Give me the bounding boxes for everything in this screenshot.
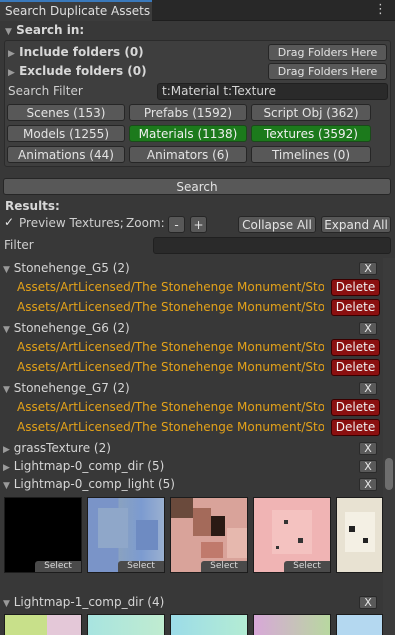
zoom-label: Zoom: — [126, 216, 165, 230]
result-group[interactable]: ▶ Lightmap-0_comp_dir (5) — [3, 459, 164, 473]
texture-thumbnail[interactable]: Select — [170, 497, 248, 573]
remove-group-button[interactable]: X — [359, 262, 377, 275]
texture-thumbnail[interactable]: Select — [4, 497, 82, 573]
include-folders-foldout[interactable]: ▶ Include folders (0) — [8, 45, 144, 59]
type-toggle-animations[interactable]: Animations (44) — [7, 146, 125, 163]
include-drag-area[interactable]: Drag Folders Here — [268, 44, 387, 61]
asset-path-link[interactable]: Assets/ArtLicensed/The Stonehenge Monume… — [17, 359, 324, 375]
asset-path-link[interactable]: Assets/ArtLicensed/The Stonehenge Monume… — [17, 299, 324, 315]
delete-asset-button[interactable]: Delete — [331, 359, 380, 376]
select-button[interactable]: Select — [201, 561, 247, 572]
result-group[interactable]: ▼ Lightmap-0_comp_light (5) — [3, 477, 175, 491]
type-toggle-prefabs[interactable]: Prefabs (1592) — [129, 104, 247, 121]
result-group[interactable]: ▼ Lightmap-1_comp_dir (4) — [3, 595, 164, 609]
texture-thumbnail[interactable] — [4, 614, 82, 635]
result-group[interactable]: ▼ Stonehenge_G7 (2) — [3, 381, 130, 395]
result-group[interactable]: ▼ Stonehenge_G5 (2) — [3, 261, 130, 275]
select-button[interactable]: Select — [118, 561, 164, 572]
remove-group-button[interactable]: X — [359, 460, 377, 473]
texture-thumbnail[interactable] — [336, 614, 383, 635]
foldout-expanded-icon: ▼ — [3, 325, 10, 335]
delete-asset-button[interactable]: Delete — [331, 399, 380, 416]
search-in-header[interactable]: ▼ Search in: — [5, 23, 84, 37]
foldout-collapsed-icon: ▶ — [3, 463, 10, 473]
foldout-expanded-icon: ▼ — [3, 599, 10, 609]
type-toggle-timelines[interactable]: Timelines (0) — [251, 146, 371, 163]
result-group[interactable]: ▼ Stonehenge_G6 (2) — [3, 321, 130, 335]
remove-group-button[interactable]: X — [359, 322, 377, 335]
exclude-folders-foldout[interactable]: ▶ Exclude folders (0) — [8, 64, 147, 78]
results-filter-label: Filter — [4, 238, 34, 252]
search-button[interactable]: Search — [3, 178, 391, 195]
foldout-collapsed-icon: ▶ — [8, 68, 15, 78]
texture-thumbnail[interactable] — [170, 614, 248, 635]
results-filter-input[interactable] — [153, 237, 391, 254]
select-button[interactable]: Select — [284, 561, 330, 572]
type-toggle-textures[interactable]: Textures (3592) — [251, 125, 371, 142]
results-header: Results: — [5, 199, 60, 213]
result-group[interactable]: ▶ grassTexture (2) — [3, 441, 111, 455]
asset-path-link[interactable]: Assets/ArtLicensed/The Stonehenge Monume… — [17, 339, 324, 355]
foldout-collapsed-icon: ▶ — [3, 445, 10, 455]
type-toggle-animators[interactable]: Animators (6) — [129, 146, 247, 163]
foldout-expanded-icon: ▼ — [3, 265, 10, 275]
window-title-bar: Search Duplicate Assets ⋮ — [0, 0, 395, 21]
select-button[interactable]: Select — [35, 561, 81, 572]
foldout-collapsed-icon: ▶ — [8, 49, 15, 59]
type-toggle-materials[interactable]: Materials (1138) — [129, 125, 247, 142]
remove-group-button[interactable]: X — [359, 478, 377, 491]
delete-asset-button[interactable]: Delete — [331, 279, 380, 296]
preview-textures-checkbox[interactable]: ✓ — [4, 216, 16, 228]
zoom-out-button[interactable]: - — [168, 216, 185, 233]
texture-thumbnail[interactable]: Select — [253, 497, 331, 573]
delete-asset-button[interactable]: Delete — [331, 419, 380, 436]
delete-asset-button[interactable]: Delete — [331, 299, 380, 316]
results-scrollbar[interactable] — [383, 258, 395, 635]
window-tab[interactable]: Search Duplicate Assets — [0, 0, 152, 21]
texture-thumbnail[interactable]: Select — [87, 497, 165, 573]
zoom-in-button[interactable]: + — [190, 216, 207, 233]
preview-textures-label: Preview Textures; — [19, 216, 124, 230]
type-toggle-scenes[interactable]: Scenes (153) — [7, 104, 125, 121]
foldout-expanded-icon: ▼ — [5, 27, 12, 37]
delete-asset-button[interactable]: Delete — [331, 339, 380, 356]
foldout-expanded-icon: ▼ — [3, 385, 10, 395]
collapse-all-button[interactable]: Collapse All — [238, 216, 316, 233]
remove-group-button[interactable]: X — [359, 596, 377, 609]
texture-thumbnail[interactable] — [87, 614, 165, 635]
results-list[interactable]: ▼ Stonehenge_G5 (2) X Assets/ArtLicensed… — [0, 258, 383, 635]
remove-group-button[interactable]: X — [359, 382, 377, 395]
asset-path-link[interactable]: Assets/ArtLicensed/The Stonehenge Monume… — [17, 419, 324, 435]
asset-path-link[interactable]: Assets/ArtLicensed/The Stonehenge Monume… — [17, 279, 324, 295]
texture-thumbnail[interactable] — [253, 614, 331, 635]
foldout-expanded-icon: ▼ — [3, 481, 10, 491]
exclude-drag-area[interactable]: Drag Folders Here — [268, 63, 387, 80]
expand-all-button[interactable]: Expand All — [321, 216, 391, 233]
more-options-icon[interactable]: ⋮ — [374, 2, 387, 17]
type-toggle-models[interactable]: Models (1255) — [7, 125, 125, 142]
asset-path-link[interactable]: Assets/ArtLicensed/The Stonehenge Monume… — [17, 399, 324, 415]
search-filter-input[interactable]: t:Material t:Texture — [157, 83, 388, 100]
texture-thumbnail[interactable] — [336, 497, 383, 573]
remove-group-button[interactable]: X — [359, 442, 377, 455]
type-toggle-script-obj[interactable]: Script Obj (362) — [251, 104, 371, 121]
scrollbar-thumb[interactable] — [385, 458, 393, 490]
search-filter-label: Search Filter — [8, 84, 83, 98]
